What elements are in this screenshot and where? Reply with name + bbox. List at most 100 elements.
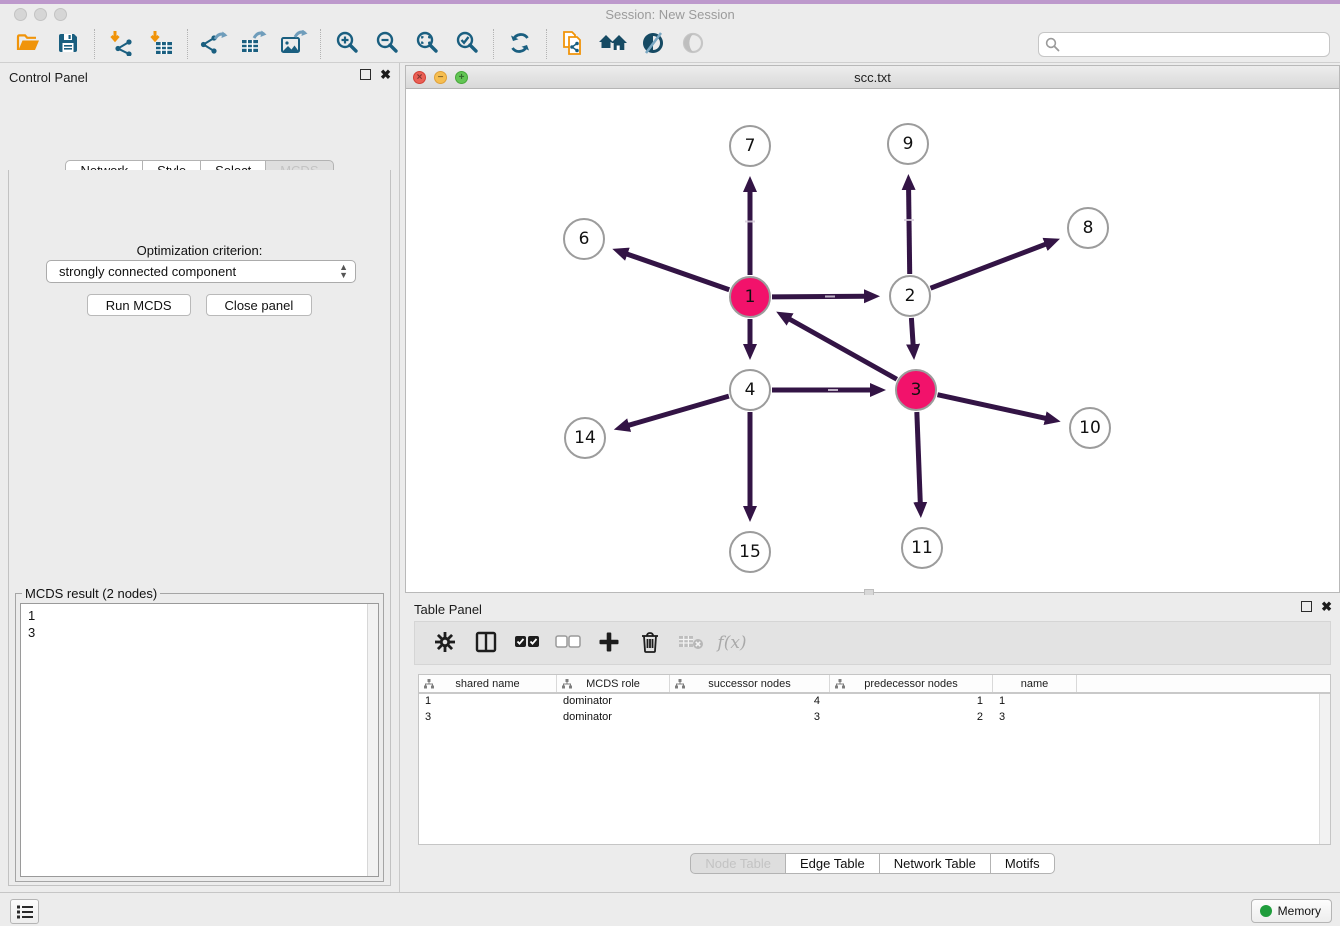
column-header-MCDS-role[interactable]: MCDS role: [557, 675, 670, 692]
open-folder-icon: [15, 31, 41, 58]
window-titlebar: Session: New Session: [0, 4, 1340, 26]
cell-successor-nodes[interactable]: 4: [670, 694, 830, 710]
column-header-shared-name[interactable]: shared name: [419, 675, 557, 692]
deselect-all-button[interactable]: [556, 631, 580, 655]
trash-button[interactable]: [638, 631, 662, 655]
column-label: shared name: [455, 678, 519, 690]
edge-3-11[interactable]: [917, 412, 920, 503]
edge-label-mark: [904, 219, 914, 221]
table-scrollbar[interactable]: [1319, 694, 1330, 844]
gear-button[interactable]: [433, 631, 457, 655]
import-table-icon: [148, 30, 174, 59]
search-input[interactable]: [1038, 32, 1330, 57]
float-table-panel-icon[interactable]: [1301, 601, 1312, 612]
delete-table-icon: [678, 633, 704, 654]
column-header-successor-nodes[interactable]: successor nodes: [670, 675, 830, 692]
edge-2-8[interactable]: [931, 244, 1046, 288]
toolbar-separator: [187, 29, 188, 59]
graph-node-2[interactable]: 2: [889, 275, 931, 317]
export-table-button[interactable]: [234, 28, 274, 60]
graph-node-6[interactable]: 6: [563, 218, 605, 260]
network-window-titlebar[interactable]: × − + scc.txt: [406, 66, 1339, 89]
function-button[interactable]: f(x): [720, 631, 744, 655]
cell-shared-name[interactable]: 3: [419, 710, 557, 726]
optimization-criterion-label: Optimization criterion:: [9, 243, 390, 258]
table-header-row: shared name MCDS role successor nodesprede…: [419, 675, 1330, 694]
graph-node-4[interactable]: 4: [729, 369, 771, 411]
column-label: MCDS role: [586, 678, 640, 690]
graph-node-11[interactable]: 11: [901, 527, 943, 569]
open-folder-button[interactable]: [8, 28, 48, 60]
cell-name[interactable]: 3: [993, 710, 1077, 726]
edge-3-1[interactable]: [789, 319, 897, 379]
save-floppy-icon: [56, 31, 80, 58]
column-header-predecessor-nodes[interactable]: predecessor nodes: [830, 675, 993, 692]
table-panel-title: Table Panel: [414, 602, 482, 617]
float-panel-icon[interactable]: [360, 69, 371, 80]
graph-node-7[interactable]: 7: [729, 125, 771, 167]
graph-node-14[interactable]: 14: [564, 417, 606, 459]
import-network-button[interactable]: [101, 28, 141, 60]
plus-button[interactable]: [597, 631, 621, 655]
network-canvas[interactable]: 7 9 6 8 1 2 4 3 14 10 15 11: [406, 89, 1339, 592]
cell-predecessor-nodes[interactable]: 2: [830, 710, 993, 726]
edge-2-9[interactable]: [909, 189, 910, 274]
status-bar: Memory: [0, 892, 1340, 926]
graph-node-9[interactable]: 9: [887, 123, 929, 165]
cell-shared-name[interactable]: 1: [419, 694, 557, 710]
cell-MCDS-role[interactable]: dominator: [557, 710, 670, 726]
node-table[interactable]: shared name MCDS role successor nodesprede…: [418, 674, 1331, 845]
mcds-result-list[interactable]: 1 3: [20, 603, 379, 877]
edge-4-14[interactable]: [628, 396, 729, 425]
table-toolbar: f(x): [414, 621, 1331, 665]
duplicate-network-button[interactable]: [553, 28, 593, 60]
search-icon: [1045, 37, 1060, 57]
close-panel-button[interactable]: Close panel: [206, 294, 313, 316]
close-panel-icon[interactable]: ✖: [380, 69, 391, 80]
graph-node-10[interactable]: 10: [1069, 407, 1111, 449]
tab-motifs[interactable]: Motifs: [991, 853, 1055, 874]
graph-node-3[interactable]: 3: [895, 369, 937, 411]
run-mcds-button[interactable]: Run MCDS: [87, 294, 191, 316]
mcds-result-scrollbar[interactable]: [367, 604, 378, 876]
zoom-fit-button[interactable]: [407, 28, 447, 60]
table-tabs: Node TableEdge TableNetwork TableMotifs: [405, 853, 1340, 874]
edge-1-2[interactable]: [772, 296, 865, 297]
window-title: Session: New Session: [0, 7, 1340, 22]
table-row-2[interactable]: 3dominator323: [419, 710, 1330, 726]
graph-node-8[interactable]: 8: [1067, 207, 1109, 249]
optimization-criterion-select[interactable]: strongly connected component ▲▼: [46, 260, 356, 283]
cell-predecessor-nodes[interactable]: 1: [830, 694, 993, 710]
cell-name[interactable]: 1: [993, 694, 1077, 710]
columns-button[interactable]: [474, 631, 498, 655]
tab-edge-table[interactable]: Edge Table: [786, 853, 880, 874]
edge-1-6[interactable]: [626, 254, 729, 290]
import-table-button[interactable]: [141, 28, 181, 60]
show-panels-button[interactable]: [10, 899, 39, 924]
export-image-button[interactable]: [274, 28, 314, 60]
zoom-out-button[interactable]: [367, 28, 407, 60]
eye-button[interactable]: [673, 28, 713, 60]
save-floppy-button[interactable]: [48, 28, 88, 60]
graph-node-1[interactable]: 1: [729, 276, 771, 318]
tab-node-table[interactable]: Node Table: [690, 853, 786, 874]
zoom-selected-button[interactable]: [447, 28, 487, 60]
memory-button[interactable]: Memory: [1251, 899, 1332, 923]
refresh-button[interactable]: [500, 28, 540, 60]
select-all-button[interactable]: [515, 631, 539, 655]
zoom-in-button[interactable]: [327, 28, 367, 60]
close-table-panel-icon[interactable]: ✖: [1321, 601, 1332, 612]
houses-button[interactable]: [593, 28, 633, 60]
delete-table-button[interactable]: [679, 631, 703, 655]
table-row-1[interactable]: 1dominator411: [419, 694, 1330, 710]
column-header-name[interactable]: name: [993, 675, 1077, 692]
edge-3-10[interactable]: [937, 395, 1046, 419]
export-network-button[interactable]: [194, 28, 234, 60]
tab-network-table[interactable]: Network Table: [880, 853, 991, 874]
cell-MCDS-role[interactable]: dominator: [557, 694, 670, 710]
edge-2-3[interactable]: [911, 318, 913, 345]
graph-node-15[interactable]: 15: [729, 531, 771, 573]
select-stepper-icon: ▲▼: [339, 263, 348, 279]
cell-successor-nodes[interactable]: 3: [670, 710, 830, 726]
paint-slash-button[interactable]: [633, 28, 673, 60]
